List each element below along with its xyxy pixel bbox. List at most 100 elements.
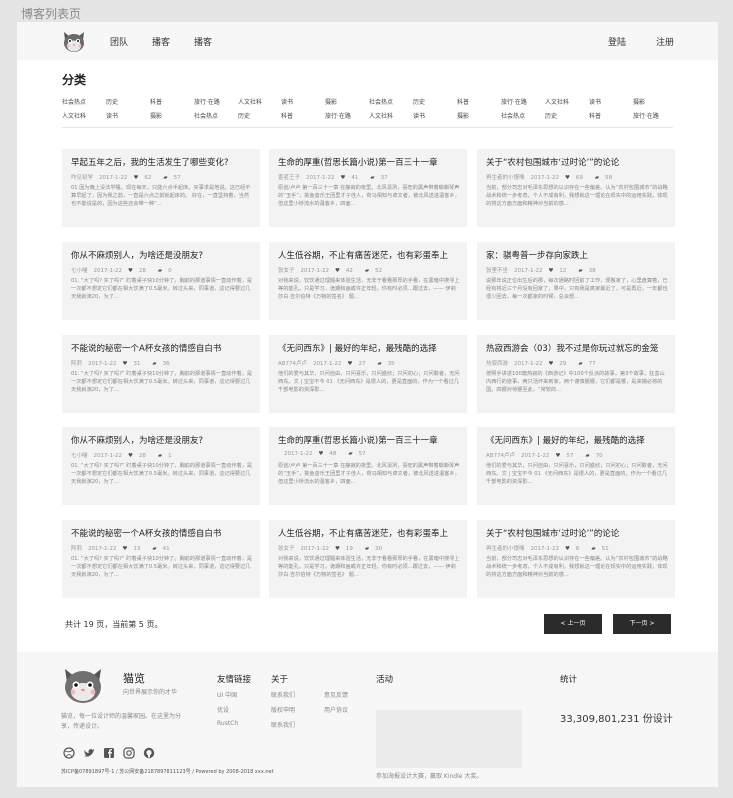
- nav-item-podcast[interactable]: 播客: [152, 35, 170, 48]
- prev-page-button[interactable]: < 上一页: [544, 614, 602, 634]
- article-card[interactable]: 不能说的秘密一个A杯女孩的情感自白书 阿莉 2017-1-22 ♥ 13 ▰ 41 01. “…: [62, 520, 260, 598]
- about-link-contact-2[interactable]: 联系我们: [271, 720, 295, 729]
- article-card[interactable]: 家：骐粤普一步存向家跌上 张里不坐 2017-1-22 ♥ 12 ▰ 38 说那年说正位出生后…: [477, 242, 675, 320]
- article-card[interactable]: 关于“农村包围城市‘过时论’”的论论 再生者的小馒嗓 2017-1-22 ♥ 69 ▰ 58…: [477, 149, 675, 227]
- comment-count: ▰ 38: [578, 268, 601, 274]
- article-title[interactable]: 《无问西东》| 最好的年纪，最残酷的选择: [278, 342, 460, 354]
- comment-count-value: 36: [162, 361, 170, 367]
- next-page-button[interactable]: 下一页 >: [613, 614, 671, 634]
- article-title[interactable]: 《无问西东》| 最好的年纪，最残酷的选择: [486, 434, 668, 446]
- article-title[interactable]: 你从不麻烦别人，为啥还是没朋友?: [71, 249, 253, 261]
- category-tag[interactable]: 人文社科: [545, 97, 569, 106]
- article-author: 咋见初学: [71, 175, 94, 181]
- category-tag[interactable]: 社会热点: [501, 111, 525, 120]
- comment-count-value: 70: [595, 453, 603, 459]
- about-link-contact[interactable]: 联系我们: [271, 690, 295, 699]
- article-card[interactable]: 《无问西东》| 最好的年纪，最残酷的选择 AB774卢卢 2017-1-22 ♥ 27 ▰…: [269, 335, 467, 413]
- article-title[interactable]: 生命的厚重(哲思长篇小说)第一百三十一章: [278, 434, 460, 446]
- category-tag[interactable]: 读书: [413, 111, 425, 120]
- activity-banner-image[interactable]: [376, 710, 522, 768]
- article-date: 2017-1-22: [313, 361, 342, 367]
- heart-icon: ♥: [340, 175, 346, 181]
- github-icon[interactable]: [143, 744, 155, 759]
- comment-count-value: 57: [173, 175, 181, 181]
- instagram-icon[interactable]: [123, 744, 135, 759]
- article-title[interactable]: 不能说的秘密一个A杯女孩的情感自白书: [71, 342, 253, 354]
- article-title[interactable]: 早起五年之后，我的生活发生了哪些变化?: [71, 156, 253, 168]
- article-card[interactable]: 人生低谷期，不止有痛苦迷茫，也有彩蛋奉上 张女子 2017-1-22 ♥ 42 ▰ 52 对我…: [269, 242, 467, 320]
- comment-count: ▰ 70: [585, 453, 608, 459]
- nav-item-team[interactable]: 团队: [110, 35, 128, 48]
- category-tag[interactable]: 旅行·在路: [194, 97, 220, 106]
- article-title[interactable]: 人生低谷期，不止有痛苦迷茫，也有彩蛋奉上: [278, 527, 460, 539]
- article-card[interactable]: 你从不麻烦别人，为啥还是没朋友? 七小喵 2017-1-22 ♥ 28 ▰ 0 01. “大了…: [62, 242, 260, 320]
- article-meta: 张女子 2017-1-22 ♥ 19 ▰ 30: [278, 544, 460, 552]
- article-title[interactable]: 不能说的秘密一个A杯女孩的情感自白书: [71, 527, 253, 539]
- category-tag[interactable]: 旅行·在路: [325, 111, 351, 120]
- like-count-value: 27: [358, 361, 366, 367]
- category-tag[interactable]: 人文社科: [369, 111, 393, 120]
- category-tag[interactable]: 科普: [281, 111, 293, 120]
- article-card[interactable]: 热寂西游会（03）我不过是你玩过就忘的金笼 热寂西游 2017-1-22 ♥ 29 ▰ 77…: [477, 335, 675, 413]
- friend-link-uisdc[interactable]: 优设: [217, 705, 229, 714]
- article-card[interactable]: 你从不麻烦别人，为啥还是没朋友? 七小喵 2017-1-22 ♥ 28 ▰ 1 01. “大了…: [62, 427, 260, 505]
- category-tag[interactable]: 科普: [457, 97, 469, 106]
- stats-title: 统计: [560, 675, 578, 685]
- comment-icon: ▰: [157, 268, 163, 274]
- category-tag[interactable]: 旅行·在路: [633, 111, 659, 120]
- category-tag[interactable]: 历史: [413, 97, 425, 106]
- category-tag[interactable]: 摄影: [325, 97, 337, 106]
- cat-logo-icon[interactable]: [61, 28, 87, 54]
- article-title[interactable]: 关于“农村包围城市‘过时论’”的论论: [486, 156, 668, 168]
- category-tag[interactable]: 社会热点: [369, 97, 393, 106]
- activity-caption[interactable]: 参加海报设计大赛，赢取 Kindle 大奖。: [376, 772, 482, 782]
- category-tag[interactable]: 读书: [589, 97, 601, 106]
- article-card[interactable]: 《无问西东》| 最好的年纪，最残酷的选择 AB774卢卢 2017-1-22 ♥ 57 ▰…: [477, 427, 675, 505]
- category-tag[interactable]: 科普: [150, 97, 162, 106]
- category-tag[interactable]: 社会热点: [62, 97, 86, 106]
- article-title[interactable]: 人生低谷期，不止有痛苦迷茫，也有彩蛋奉上: [278, 249, 460, 261]
- article-card[interactable]: 人生低谷期，不止有痛苦迷茫，也有彩蛋奉上 张女子 2017-1-22 ♥ 19 ▰ 30 对我…: [269, 520, 467, 598]
- article-meta: AB774卢卢 2017-1-22 ♥ 57 ▰ 70: [486, 451, 668, 459]
- dribbble-icon[interactable]: [63, 744, 75, 759]
- register-link[interactable]: 注册: [656, 35, 674, 48]
- category-tag[interactable]: 摄影: [457, 111, 469, 120]
- category-tag[interactable]: 读书: [281, 97, 293, 106]
- article-title[interactable]: 热寂西游会（03）我不过是你玩过就忘的金笼: [486, 342, 668, 354]
- twitter-icon[interactable]: [83, 744, 95, 757]
- heart-icon: ♥: [127, 268, 133, 274]
- article-excerpt: 01. “大了吗? 买了吗?” 盯着桌子快10分钟了。胸前的那道事情一直动作着，…: [71, 278, 253, 300]
- category-tag[interactable]: 历史: [106, 97, 118, 106]
- category-tag[interactable]: 历史: [238, 111, 250, 120]
- facebook-icon[interactable]: [103, 744, 115, 758]
- heart-icon: ♥: [122, 361, 128, 367]
- about-link-feedback[interactable]: 意见反馈: [324, 690, 348, 699]
- article-title[interactable]: 家：骐粤普一步存向家跌上: [486, 249, 668, 261]
- article-card[interactable]: 早起五年之后，我的生活发生了哪些变化? 咋见初学 2017-1-22 ♥ 62 ▰ 57 01…: [62, 149, 260, 227]
- category-tag[interactable]: 旅行·在路: [501, 97, 527, 106]
- article-title[interactable]: 生命的厚重(哲思长篇小说)第一百三十一章: [278, 156, 460, 168]
- category-tag[interactable]: 科普: [589, 111, 601, 120]
- category-tag[interactable]: 摄影: [150, 111, 162, 120]
- like-count: ♥ 28: [128, 453, 152, 459]
- nav-item-podcast-2[interactable]: 播客: [194, 35, 212, 48]
- category-tag[interactable]: 摄影: [633, 97, 645, 106]
- article-card[interactable]: 生命的厚重(哲思长篇小说)第一百三十一章 2017-1-22 ♥ 48 ▰ 57 原创/卢卢…: [269, 427, 467, 505]
- friend-link-rustch[interactable]: RustCh: [217, 720, 238, 727]
- category-tag[interactable]: 读书: [106, 111, 118, 120]
- about-link-user-agreement[interactable]: 用户协议: [324, 705, 348, 714]
- article-card[interactable]: 生命的厚重(哲思长篇小说)第一百三十一章 香茗王子 2017-1-22 ♥ 41 ▰ 37 原…: [269, 149, 467, 227]
- friend-link-ui-china[interactable]: UI 中国: [217, 690, 237, 699]
- article-card[interactable]: 关于“农村包围城市‘过时论’”的论论 再生者的小馒嗓 2017-1-22 ♥ 6 ▰ 51 当…: [477, 520, 675, 598]
- login-link[interactable]: 登陆: [608, 35, 626, 48]
- category-tag[interactable]: 历史: [545, 111, 557, 120]
- article-title[interactable]: 关于“农村包围城市‘过时论’”的论论: [486, 527, 668, 539]
- category-tag[interactable]: 社会热点: [194, 111, 218, 120]
- heart-icon: ♥: [548, 361, 554, 367]
- category-tag[interactable]: 人文社科: [62, 111, 86, 120]
- article-card[interactable]: 不能说的秘密一个A杯女孩的情感自白书 阿莉 2017-1-22 ♥ 31 ▰ 36 01. “…: [62, 335, 260, 413]
- article-title[interactable]: 你从不麻烦别人，为啥还是没朋友?: [71, 434, 253, 446]
- about-link-copyright[interactable]: 版权申明: [271, 705, 295, 714]
- category-tag[interactable]: 人文社科: [238, 97, 262, 106]
- article-date: 2017-1-22: [93, 268, 122, 274]
